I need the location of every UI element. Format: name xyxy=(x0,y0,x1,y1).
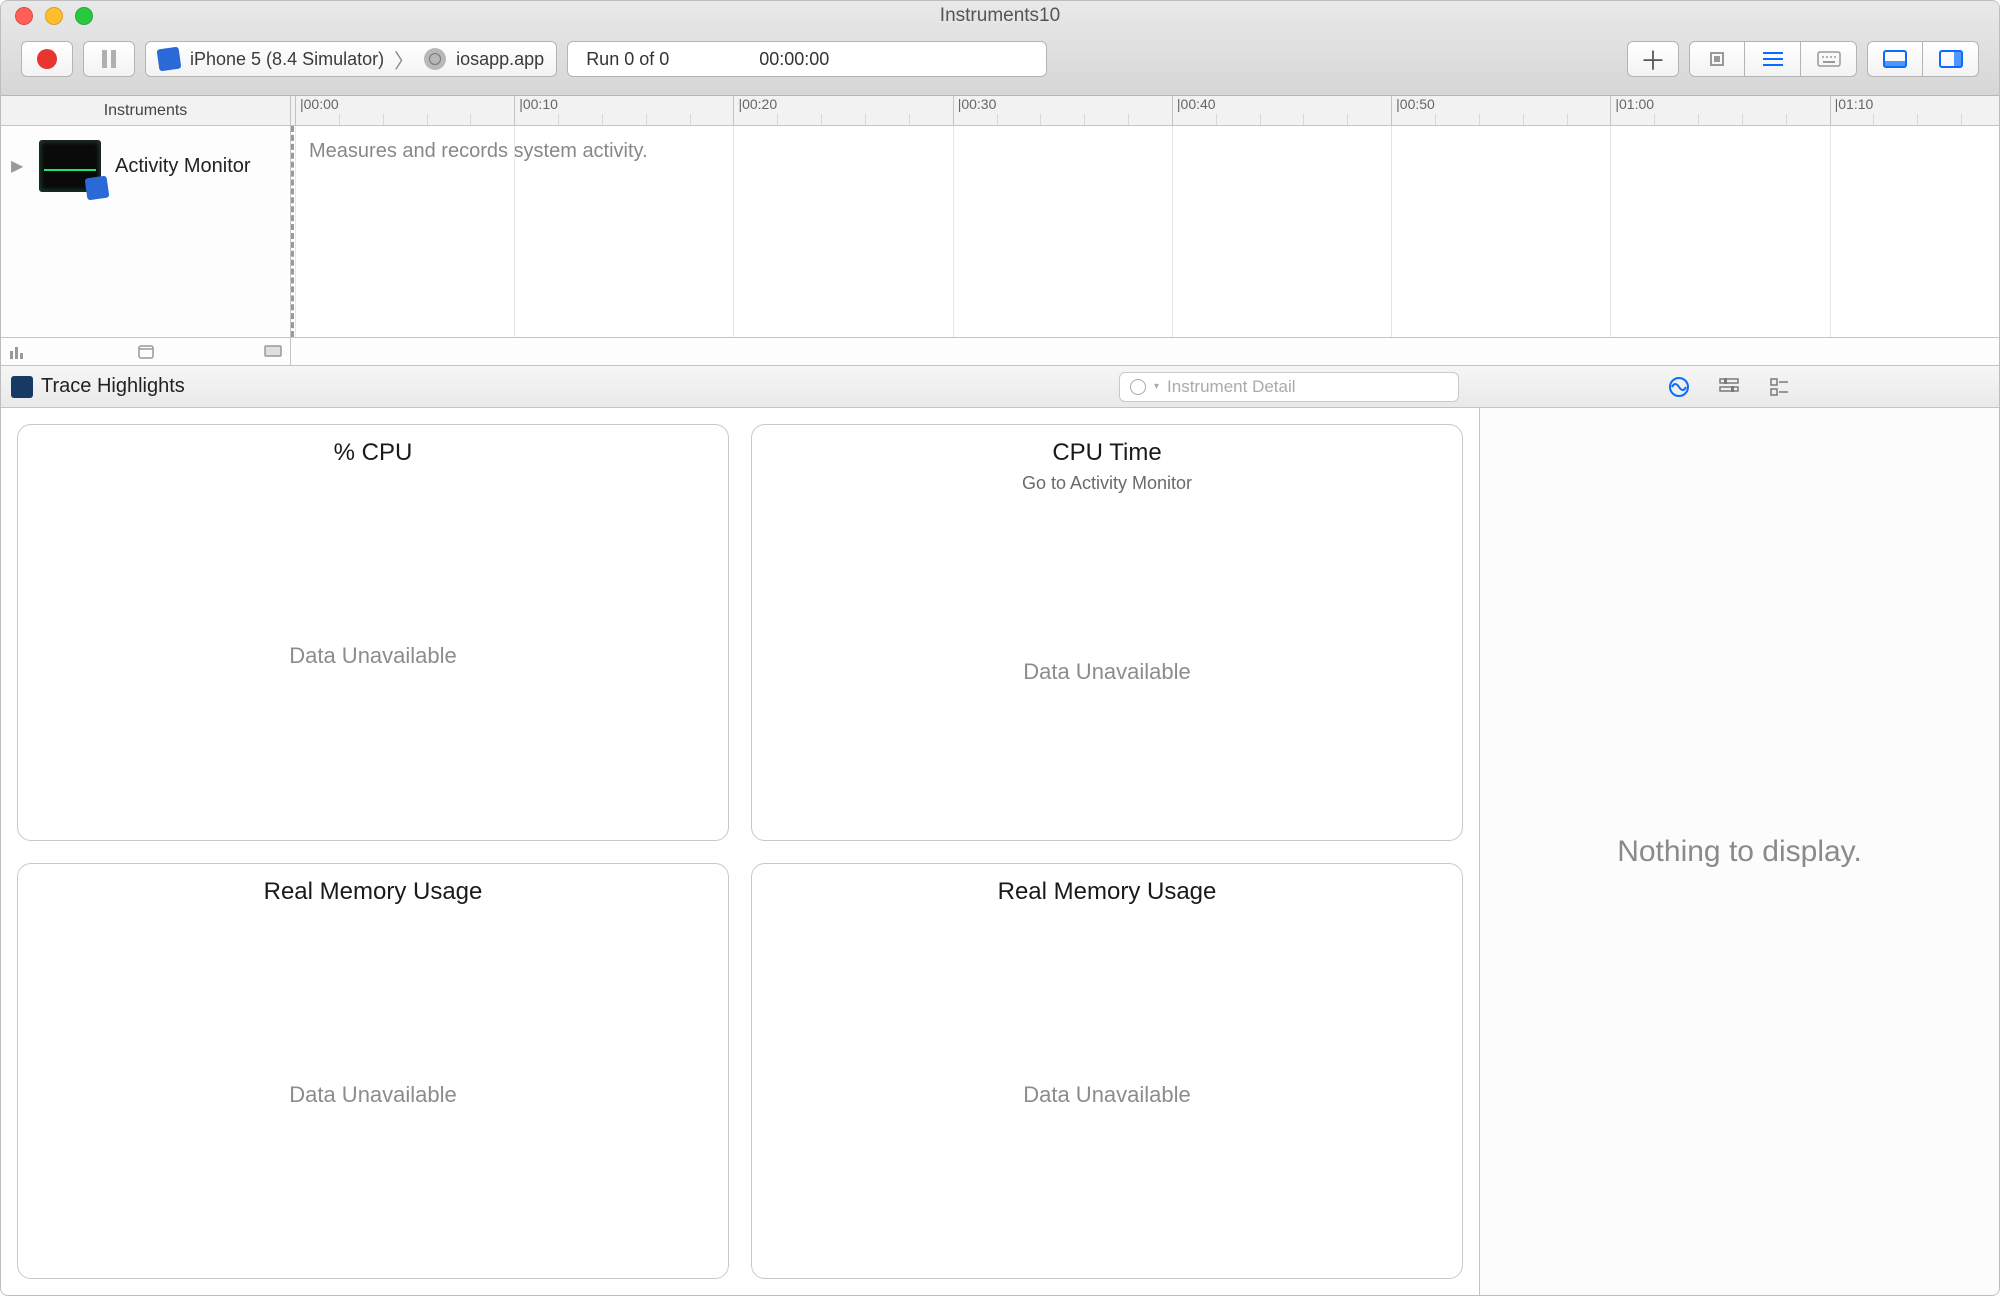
toolbar: iPhone 5 (8.4 Simulator) 〉 iosapp.app Ru… xyxy=(1,31,1999,95)
timeline-tick: |01:10 xyxy=(1830,96,1874,125)
inspector-tabs xyxy=(1469,376,1989,398)
window-zoom-button[interactable] xyxy=(75,7,93,25)
highlight-card[interactable]: % CPU Data Unavailable xyxy=(17,424,729,841)
gridline xyxy=(295,126,296,337)
strategy-cpu-button[interactable] xyxy=(1689,41,1745,77)
bar-chart-icon[interactable] xyxy=(9,345,27,359)
card-body-message: Data Unavailable xyxy=(289,912,457,1279)
chevron-down-icon: ▾ xyxy=(1154,381,1159,392)
inspector-empty-message: Nothing to display. xyxy=(1617,835,1862,869)
gridline xyxy=(733,126,734,337)
trace-icon xyxy=(11,376,33,398)
right-panel-icon xyxy=(1939,50,1963,68)
track-activity-monitor[interactable]: ▶ Activity Monitor xyxy=(1,126,290,192)
gridline xyxy=(1830,126,1831,337)
run-info[interactable]: Run 0 of 0 00:00:00 xyxy=(567,41,1047,77)
highlight-card[interactable]: CPU Time Go to Activity Monitor Data Unava… xyxy=(751,424,1463,841)
timeline-tick: |00:30 xyxy=(953,96,997,125)
bottom-panel-icon xyxy=(1883,50,1907,68)
gridline xyxy=(1391,126,1392,337)
timeline-tick: |00:50 xyxy=(1391,96,1435,125)
inspector-tab-stack[interactable] xyxy=(1768,376,1790,398)
timeline-tick: |00:40 xyxy=(1172,96,1216,125)
detail-path[interactable]: Trace Highlights xyxy=(11,375,185,398)
track-label: Activity Monitor xyxy=(115,155,251,178)
timeline-tick: |00:10 xyxy=(514,96,558,125)
record-button[interactable] xyxy=(21,41,73,77)
highlight-card[interactable]: Real Memory Usage Data Unavailable xyxy=(17,863,729,1280)
instrument-detail-placeholder: Instrument Detail xyxy=(1167,377,1296,397)
detail-split: % CPU Data Unavailable CPU Time Go to Activ… xyxy=(1,408,1999,1295)
gridline xyxy=(1610,126,1611,337)
card-body-message: Data Unavailable xyxy=(1023,504,1191,840)
instruments-window: Instruments10 iPhone 5 (8.4 Simulator) 〉… xyxy=(0,0,2000,1296)
timeline-left-header: Instruments xyxy=(1,96,291,125)
track-description: Measures and records system activity. xyxy=(309,140,648,163)
strategy-view-group xyxy=(1689,41,1857,77)
strategy-threads-button[interactable] xyxy=(1745,41,1801,77)
window-close-button[interactable] xyxy=(15,7,33,25)
device-icon xyxy=(157,47,182,72)
detail-title: Trace Highlights xyxy=(41,375,185,398)
activity-monitor-icon xyxy=(39,140,101,192)
screen-icon[interactable] xyxy=(264,345,282,359)
toggle-inspector-panel-button[interactable] xyxy=(1923,41,1979,77)
trace-highlights-grid: % CPU Data Unavailable CPU Time Go to Activ… xyxy=(1,408,1479,1295)
track-sidebar: ▶ Activity Monitor xyxy=(1,126,291,365)
window-icon[interactable] xyxy=(138,345,154,359)
card-title: Real Memory Usage xyxy=(264,878,483,906)
gridline xyxy=(514,126,515,337)
pause-icon xyxy=(102,50,116,68)
inspector-tab-settings[interactable] xyxy=(1718,376,1740,398)
card-body-message: Data Unavailable xyxy=(1023,912,1191,1279)
gridline xyxy=(1172,126,1173,337)
chevron-right-icon: 〉 xyxy=(394,45,414,74)
app-icon xyxy=(424,48,446,70)
track-sidebar-footer xyxy=(1,337,290,365)
timeline-tick: |01:00 xyxy=(1610,96,1654,125)
record-icon xyxy=(37,49,57,69)
window-minimize-button[interactable] xyxy=(45,7,63,25)
detail-header-bar: Trace Highlights ▾ Instrument Detail xyxy=(1,366,1999,408)
card-title: CPU Time xyxy=(1052,439,1161,467)
target-selector[interactable]: iPhone 5 (8.4 Simulator) 〉 iosapp.app xyxy=(145,41,557,77)
window-title: Instruments10 xyxy=(1,5,1999,27)
card-title: % CPU xyxy=(334,439,413,467)
elapsed-time: 00:00:00 xyxy=(759,49,829,70)
panel-visibility-group xyxy=(1867,41,1979,77)
cpu-chip-icon xyxy=(1707,49,1727,69)
highlight-card[interactable]: Real Memory Usage Data Unavailable xyxy=(751,863,1463,1280)
strategy-keyboard-button[interactable] xyxy=(1801,41,1857,77)
add-instrument-button[interactable]: ＋ xyxy=(1627,41,1679,77)
toggle-detail-panel-button[interactable] xyxy=(1867,41,1923,77)
titlebar: Instruments10 iPhone 5 (8.4 Simulator) 〉… xyxy=(1,1,1999,96)
card-subtitle: Go to Activity Monitor xyxy=(1022,473,1192,494)
pause-button[interactable] xyxy=(83,41,135,77)
target-device-label: iPhone 5 (8.4 Simulator) xyxy=(190,49,384,70)
gridline xyxy=(953,126,954,337)
playhead[interactable] xyxy=(291,126,294,337)
timeline-ruler[interactable]: Instruments |00:00|00:10|00:20|00:30|00:… xyxy=(1,96,1999,126)
filter-scope-icon xyxy=(1130,379,1146,395)
track-lane[interactable]: Measures and records system activity. xyxy=(291,126,1999,365)
card-title: Real Memory Usage xyxy=(998,878,1217,906)
timeline-tick: |00:00 xyxy=(295,96,339,125)
inspector-tab-wave[interactable] xyxy=(1668,376,1690,398)
card-body-message: Data Unavailable xyxy=(289,473,457,840)
traffic-lights xyxy=(15,7,93,25)
instrument-detail-filter[interactable]: ▾ Instrument Detail xyxy=(1119,372,1459,402)
inspector-panel: Nothing to display. xyxy=(1479,408,1999,1295)
run-label: Run 0 of 0 xyxy=(586,49,669,70)
timeline-ticks: |00:00 |00:10 |00:20 |00:30 |00:40 |00:50 |01:… xyxy=(291,96,1999,125)
list-lines-icon xyxy=(1762,51,1784,67)
track-area: ▶ Activity Monitor Measures and records … xyxy=(1,126,1999,366)
disclosure-triangle-icon[interactable]: ▶ xyxy=(11,156,25,176)
timeline-tick: |00:20 xyxy=(733,96,777,125)
keyboard-icon xyxy=(1817,51,1841,67)
target-process-label: iosapp.app xyxy=(456,49,544,70)
track-lane-footer xyxy=(291,337,1999,365)
